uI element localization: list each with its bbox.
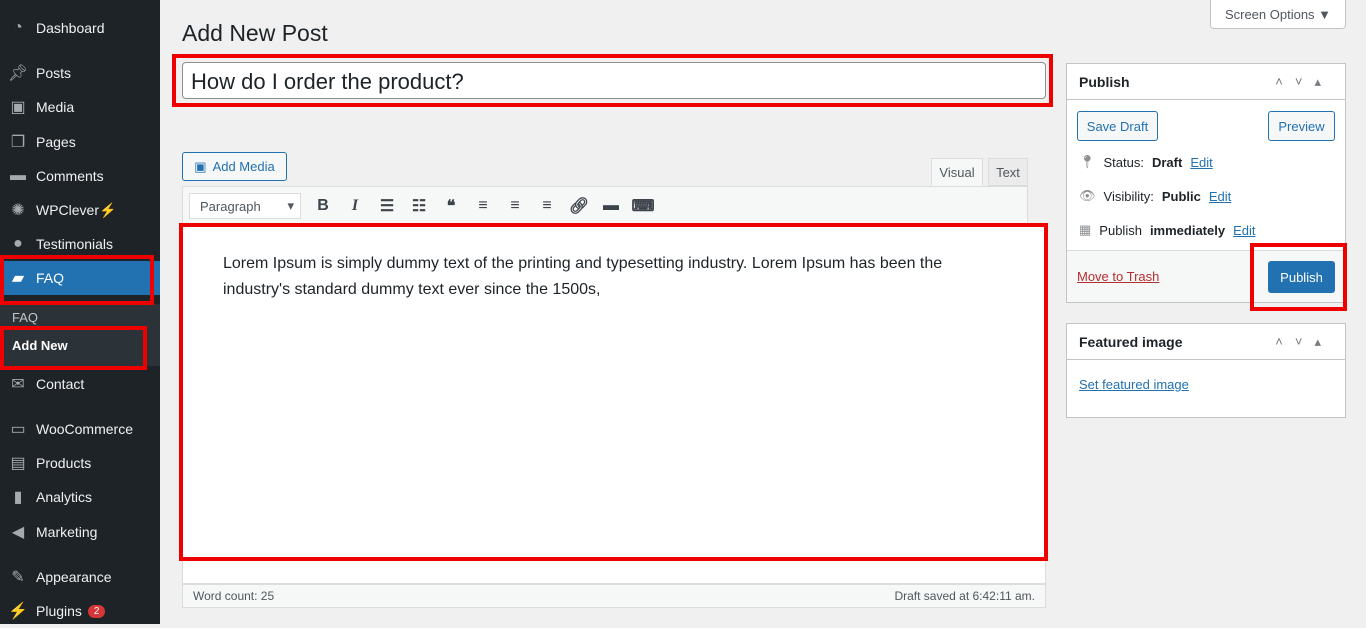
tab-visual[interactable]: Visual — [931, 158, 983, 186]
calendar-icon: ▦ — [1079, 222, 1092, 237]
move-to-trash-link[interactable]: Move to Trash — [1077, 269, 1159, 284]
screen-options-button[interactable]: Screen Options ▼ — [1210, 0, 1346, 29]
active-arrow — [152, 270, 168, 286]
sidebar-item-label: Dashboard — [36, 20, 105, 36]
link-icon[interactable]: 🔗︎ — [563, 196, 595, 216]
draft-saved: Draft saved at 6:42:11 am. — [894, 589, 1035, 603]
pages-icon: ❐ — [10, 134, 26, 151]
sidebar-item-comments[interactable]: ▬ Comments — [0, 159, 160, 193]
align-right-icon[interactable]: ≡ — [531, 197, 563, 215]
sidebar-item-analytics[interactable]: ▮ Analytics — [0, 480, 160, 514]
sidebar-item-label: Appearance — [36, 569, 112, 585]
blockquote-icon[interactable]: ❝ — [435, 196, 467, 216]
sidebar-item-dashboard[interactable]: ◔ Dashboard — [0, 11, 160, 45]
sidebar-item-woocommerce[interactable]: ▭ WooCommerce — [0, 412, 160, 446]
sidebar-item-label: Posts — [36, 65, 72, 81]
format-select[interactable]: Paragraph ▾ — [189, 193, 301, 219]
sidebar-item-label: Pages — [36, 134, 76, 150]
sidebar-item-label: Contact — [36, 376, 85, 392]
post-content-editor[interactable]: Lorem Ipsum is simply dummy text of the … — [182, 226, 1046, 584]
archive-icon: ▤ — [10, 455, 26, 472]
sidebar-item-faq[interactable]: ▰ FAQ — [0, 261, 160, 295]
chart-icon: ▮ — [13, 489, 23, 506]
align-center-icon[interactable]: ≡ — [499, 197, 531, 215]
editor-status-bar: Word count: 25 Draft saved at 6:42:11 am. — [182, 584, 1046, 608]
sidebar-item-label: Media — [36, 99, 75, 115]
editor-toolbar: Paragraph ▾ B I ☰ ☷ ❝ ≡ ≡ ≡ 🔗︎ ▬ ⌨ — [182, 186, 1028, 226]
pin-icon: 📍︎ — [1079, 154, 1096, 169]
woo-icon: ▭ — [10, 421, 26, 438]
read-more-icon[interactable]: ▬ — [595, 197, 627, 215]
dropdown-arrow-icon: ▾ — [287, 198, 294, 213]
publish-actions: Move to Trash Publish — [1067, 250, 1345, 302]
sidebar-item-testimonials[interactable]: ● Testimonials — [0, 227, 160, 261]
post-title-input[interactable]: How do I order the product? — [182, 62, 1046, 99]
sidebar-item-label: WooCommerce — [36, 421, 133, 437]
sidebar-item-posts[interactable]: 📌︎ Posts — [0, 56, 160, 90]
sidebar-item-label: Testimonials — [36, 236, 114, 252]
edit-date-link[interactable]: Edit — [1233, 223, 1255, 238]
bulb-icon: ✺ — [11, 202, 25, 219]
submenu-add-new[interactable]: Add New — [12, 338, 68, 353]
sidebar-item-label: WPClever — [36, 202, 100, 218]
mail-icon: ✉ — [11, 376, 25, 393]
preview-button[interactable]: Preview — [1268, 111, 1335, 141]
edit-visibility-link[interactable]: Edit — [1209, 189, 1231, 204]
bullet-list-icon[interactable]: ☰ — [371, 196, 403, 216]
sidebar-item-label: Plugins — [36, 603, 82, 619]
plug-icon: ⚡ — [8, 603, 28, 620]
folder-icon: ▰ — [11, 270, 25, 287]
sidebar-item-wpclever[interactable]: ✺ WPClever ⚡ — [0, 193, 160, 227]
comment-icon: ▬ — [10, 167, 26, 184]
italic-icon[interactable]: I — [339, 197, 371, 215]
word-count: Word count: 25 — [193, 589, 275, 603]
sidebar-item-plugins[interactable]: ⚡ Plugins 2 — [0, 594, 160, 628]
publish-button[interactable]: Publish — [1268, 261, 1335, 293]
save-draft-button[interactable]: Save Draft — [1077, 111, 1158, 141]
submenu-faq[interactable]: FAQ — [12, 310, 38, 325]
featured-image-title: Featured image — [1079, 333, 1183, 350]
eye-icon: 👁︎ — [1079, 188, 1096, 203]
media-icon: ▣ — [194, 158, 207, 174]
edit-status-link[interactable]: Edit — [1190, 155, 1212, 170]
lightning-icon: ⚡ — [99, 201, 117, 218]
align-left-icon[interactable]: ≡ — [467, 197, 499, 215]
brush-icon: ✎ — [11, 569, 25, 586]
pin-icon: 📌︎ — [7, 65, 29, 82]
add-media-button[interactable]: ▣ Add Media — [182, 152, 287, 181]
toolbar-toggle-icon[interactable]: ⌨ — [627, 196, 659, 216]
sidebar-item-pages[interactable]: ❐ Pages — [0, 125, 160, 159]
sidebar-item-label: Marketing — [36, 524, 98, 540]
tab-text[interactable]: Text — [988, 158, 1028, 186]
set-featured-image-link[interactable]: Set featured image — [1079, 377, 1189, 392]
dashboard-icon: ◔ — [13, 19, 23, 36]
sidebar-item-label: Analytics — [36, 489, 93, 505]
box-controls-icon[interactable]: ˄˅▴ — [1275, 334, 1333, 350]
sidebar-item-label: Products — [36, 455, 92, 471]
sidebar-item-label: FAQ — [36, 270, 65, 286]
featured-image-box: Featured image ˄˅▴ Set featured image — [1066, 323, 1346, 418]
bold-icon[interactable]: B — [307, 197, 339, 215]
box-controls-icon[interactable]: ˄˅▴ — [1275, 74, 1333, 90]
page-title: Add New Post — [182, 20, 328, 46]
user-icon: ● — [13, 235, 23, 252]
media-icon: ▣ — [10, 99, 26, 116]
sidebar-item-appearance[interactable]: ✎ Appearance — [0, 560, 160, 594]
sidebar-item-media[interactable]: ▣ Media — [0, 90, 160, 124]
publish-box: Publish ˄˅▴ Save Draft Preview 📍︎ Status: D… — [1066, 63, 1346, 303]
sidebar-item-products[interactable]: ▤ Products — [0, 446, 160, 480]
megaphone-icon: ◀ — [11, 524, 25, 541]
sidebar-item-label: Comments — [36, 168, 104, 184]
sidebar-item-marketing[interactable]: ◀ Marketing — [0, 515, 160, 549]
publish-box-title: Publish — [1079, 73, 1130, 90]
sidebar-item-contact[interactable]: ✉ Contact — [0, 367, 160, 401]
numbered-list-icon[interactable]: ☷ — [403, 196, 435, 216]
plugins-update-badge: 2 — [87, 604, 106, 618]
